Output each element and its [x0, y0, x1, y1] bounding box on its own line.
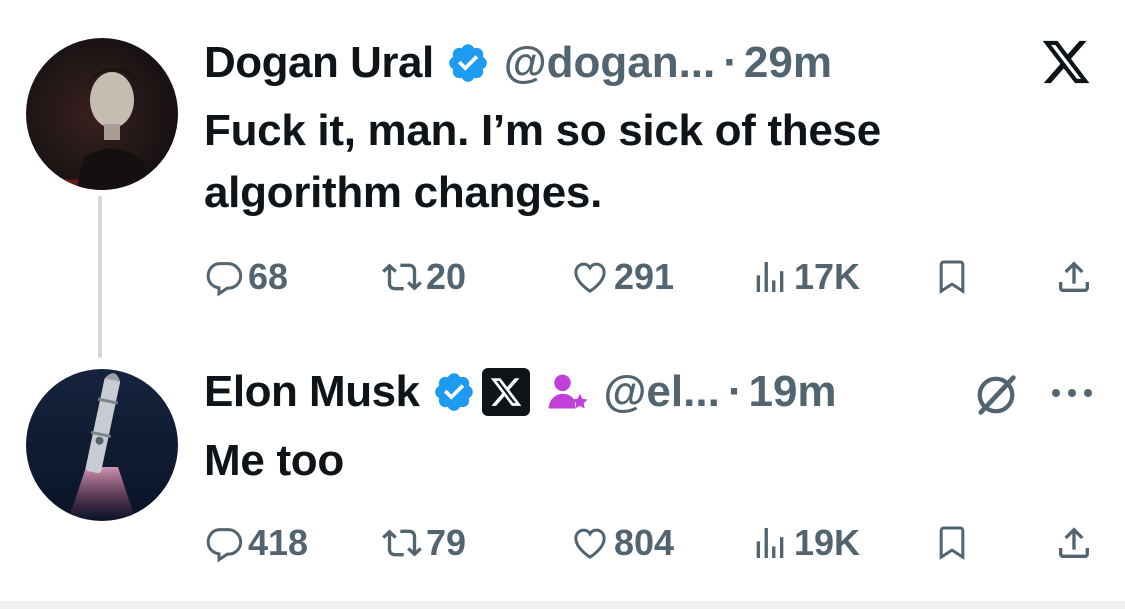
views-chart-icon: [756, 528, 784, 558]
views-button[interactable]: 17K: [750, 256, 860, 298]
reply-icon: [206, 528, 243, 563]
retweet-count: 79: [426, 522, 467, 563]
grok-icon[interactable]: [970, 369, 1022, 421]
like-button[interactable]: 804: [570, 522, 674, 564]
avatar-elon-musk[interactable]: [26, 369, 178, 521]
tweet-timestamp[interactable]: 19m: [748, 367, 836, 417]
heart-icon: [574, 528, 606, 559]
bottom-divider: [0, 601, 1125, 609]
reply-button[interactable]: 418: [204, 522, 308, 564]
retweet-button[interactable]: 20: [382, 256, 466, 298]
tweet-actions: 68 20 291 17K: [204, 252, 1094, 302]
like-count: 291: [614, 256, 675, 297]
tweet-text-line: algorithm changes.: [204, 168, 603, 217]
x-logo-icon: [1040, 36, 1092, 88]
verified-badge-icon: [432, 370, 476, 414]
author-name[interactable]: Dogan Ural: [204, 38, 434, 88]
bookmark-button[interactable]: [932, 523, 972, 563]
retweet-button[interactable]: 79: [382, 522, 466, 564]
thread-connector-line: [98, 196, 102, 358]
share-icon: [1059, 261, 1089, 292]
views-count: 17K: [794, 256, 861, 297]
tweet-thread: Dogan Ural @dogan... · 29m Fuck it, man.…: [0, 0, 1125, 609]
reply-count: 68: [248, 256, 289, 297]
share-icon: [1059, 527, 1089, 558]
tweet-header: Dogan Ural @dogan... · 29m: [204, 33, 832, 93]
tweet-timestamp[interactable]: 29m: [744, 38, 832, 88]
share-button[interactable]: [1054, 257, 1094, 297]
person-star-icon: [546, 370, 590, 414]
x-affiliation-badge-icon[interactable]: [481, 368, 530, 416]
bookmark-icon: [939, 260, 965, 294]
tweet-actions: 418 79 804 19K: [204, 518, 1094, 568]
retweet-icon: [382, 263, 422, 291]
reply-button[interactable]: 68: [204, 256, 288, 298]
views-chart-icon: [756, 262, 784, 292]
separator-dot: ·: [727, 367, 743, 416]
bookmark-icon: [939, 526, 965, 560]
tweet-header: Elon Musk @el... · 19m: [204, 362, 837, 422]
more-icon[interactable]: [1048, 378, 1096, 408]
share-button[interactable]: [1054, 523, 1094, 563]
verified-badge-icon: [446, 41, 490, 85]
avatar-dogan-ural[interactable]: [26, 38, 178, 190]
views-count: 19K: [794, 522, 861, 563]
bookmark-button[interactable]: [932, 257, 972, 297]
reply-icon: [206, 262, 243, 297]
author-name[interactable]: Elon Musk: [204, 367, 420, 417]
reply-count: 418: [248, 522, 309, 563]
retweet-count: 20: [426, 256, 467, 297]
like-button[interactable]: 291: [570, 256, 674, 298]
like-count: 804: [614, 522, 675, 563]
heart-icon: [574, 262, 606, 293]
views-button[interactable]: 19K: [750, 522, 860, 564]
author-handle[interactable]: @el...: [604, 367, 720, 417]
separator-dot: ·: [723, 38, 738, 87]
tweet-text-line: Fuck it, man. I’m so sick of these: [204, 106, 881, 155]
retweet-icon: [382, 529, 422, 557]
author-handle[interactable]: @dogan...: [504, 38, 716, 88]
tweet-text: Fuck it, man. I’m so sick of these algor…: [204, 100, 1084, 224]
tweet-text: Me too: [204, 436, 344, 485]
